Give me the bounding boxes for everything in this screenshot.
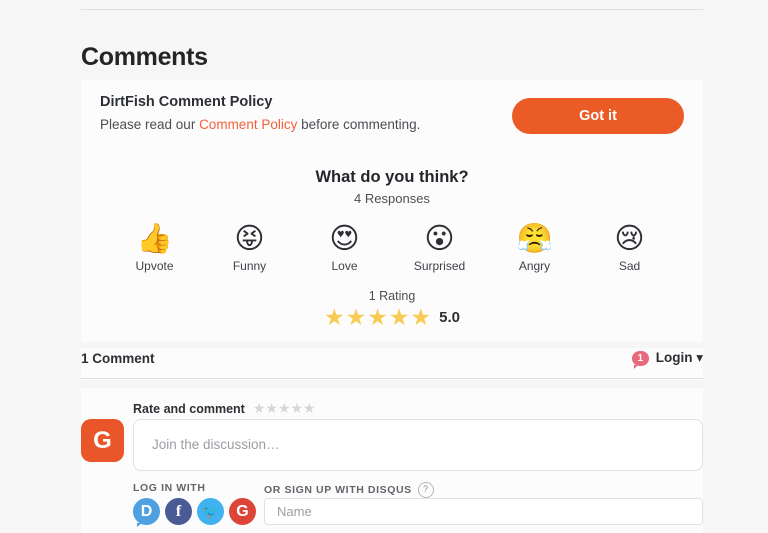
reaction-funny[interactable]: 😝 Funny bbox=[220, 221, 280, 273]
reaction-label: Sad bbox=[600, 259, 660, 273]
comment-count: 1 Comment bbox=[81, 351, 155, 366]
rating-count-label: 1 Rating bbox=[81, 289, 703, 303]
notification-badge: 1 bbox=[632, 351, 649, 366]
reaction-list: 👍 Upvote 😝 Funny 😍 Love 😮 Surprised 😤 An… bbox=[81, 221, 703, 273]
reaction-sad[interactable]: 😢 Sad bbox=[600, 221, 660, 273]
got-it-button[interactable]: Got it bbox=[512, 98, 684, 134]
rate-and-comment-row: Rate and comment ★★★★★ bbox=[133, 400, 316, 417]
thread-divider bbox=[81, 378, 703, 379]
policy-text-before: Please read our bbox=[100, 117, 199, 132]
thumbs-up-emoji: 👍 bbox=[125, 221, 185, 257]
signup-label-text: OR SIGN UP WITH DISQUS bbox=[264, 484, 412, 496]
heart-eyes-emoji: 😍 bbox=[315, 221, 375, 257]
reaction-label: Love bbox=[315, 259, 375, 273]
surprised-face-emoji: 😮 bbox=[410, 221, 470, 257]
reaction-label: Upvote bbox=[125, 259, 185, 273]
log-in-with-label: LOG IN WITH bbox=[133, 482, 206, 494]
comment-composer: Rate and comment ★★★★★ G LOG IN WITH OR … bbox=[81, 388, 703, 533]
reactions-response-count: 4 Responses bbox=[81, 191, 703, 206]
reaction-label: Surprised bbox=[410, 259, 470, 273]
avatar: G bbox=[81, 419, 124, 462]
star-rating-icon: ★★★★★ bbox=[324, 304, 432, 330]
sign-up-with-disqus-label: OR SIGN UP WITH DISQUS ? bbox=[264, 482, 434, 498]
reaction-surprised[interactable]: 😮 Surprised bbox=[410, 221, 470, 273]
rate-label: Rate and comment bbox=[133, 402, 245, 416]
sad-face-emoji: 😢 bbox=[600, 221, 660, 257]
thread-header: 1 Comment 1 Login ▾ bbox=[81, 348, 703, 380]
funny-face-emoji: 😝 bbox=[220, 221, 280, 257]
discussion-input[interactable] bbox=[133, 419, 703, 471]
angry-face-emoji: 😤 bbox=[505, 221, 565, 257]
name-input[interactable] bbox=[264, 498, 703, 525]
reactions-question: What do you think? bbox=[81, 152, 703, 188]
rating-summary: 1 Rating ★★★★★ 5.0 bbox=[81, 289, 703, 330]
policy-text-after: before commenting. bbox=[297, 117, 420, 132]
reactions-block: What do you think? 4 Responses 👍 Upvote … bbox=[81, 152, 703, 342]
facebook-login-icon[interactable]: f bbox=[165, 498, 192, 525]
page-title: Comments bbox=[81, 41, 208, 73]
google-login-icon[interactable]: G bbox=[229, 498, 256, 525]
social-login-row: D f 🐦 G bbox=[133, 498, 256, 525]
comments-page: Comments DirtFish Comment Policy Please … bbox=[0, 0, 768, 533]
login-label: Login ▾ bbox=[656, 350, 703, 366]
rating-value: 5.0 bbox=[439, 309, 460, 326]
policy-title: DirtFish Comment Policy bbox=[100, 94, 272, 110]
comment-policy-card: DirtFish Comment Policy Please read our … bbox=[81, 80, 703, 152]
reaction-love[interactable]: 😍 Love bbox=[315, 221, 375, 273]
login-menu[interactable]: 1 Login ▾ bbox=[632, 350, 703, 366]
twitter-login-icon[interactable]: 🐦 bbox=[197, 498, 224, 525]
reaction-angry[interactable]: 😤 Angry bbox=[505, 221, 565, 273]
help-icon[interactable]: ? bbox=[418, 482, 434, 498]
comment-policy-link[interactable]: Comment Policy bbox=[199, 117, 297, 132]
reaction-label: Funny bbox=[220, 259, 280, 273]
empty-star-rating-icon[interactable]: ★★★★★ bbox=[253, 400, 316, 417]
disqus-login-icon[interactable]: D bbox=[133, 498, 160, 525]
rating-stars-row: ★★★★★ 5.0 bbox=[81, 304, 703, 330]
top-divider bbox=[81, 9, 703, 10]
reaction-label: Angry bbox=[505, 259, 565, 273]
reaction-upvote[interactable]: 👍 Upvote bbox=[125, 221, 185, 273]
policy-description: Please read our Comment Policy before co… bbox=[100, 117, 420, 132]
